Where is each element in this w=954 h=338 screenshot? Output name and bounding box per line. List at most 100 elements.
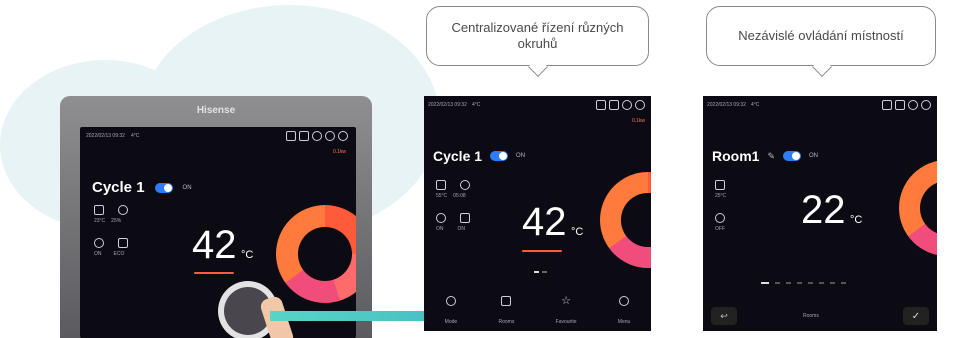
fan-icon	[460, 213, 470, 223]
water-icon	[118, 205, 128, 215]
cycle-temperature-dial[interactable]	[600, 172, 651, 268]
room-mini-value: OFF	[715, 226, 725, 232]
heating-icon	[436, 180, 446, 190]
cycle-title: Cycle 1	[433, 148, 483, 164]
back-icon: ↩	[720, 310, 728, 321]
cycle-status-temp: 4°C	[471, 102, 481, 108]
heating-icon	[94, 205, 104, 215]
thermometer-icon	[715, 180, 725, 190]
cycle-status-date: 2022/02/13 09:32	[428, 102, 467, 108]
device-temperature-unit: °C	[240, 249, 254, 261]
status-circle-icon	[312, 131, 322, 141]
cycle-status-icons	[596, 100, 645, 110]
menu-icon	[619, 296, 630, 306]
cycle-mini-value: ON	[457, 226, 466, 232]
callout-left-text: Centralizované řízení různých okruhů	[451, 20, 624, 51]
device-cycle-title: Cycle 1	[92, 179, 145, 196]
cycle-temperature-unit: °C	[570, 226, 584, 238]
edit-icon[interactable]: ✎	[767, 151, 775, 162]
power-icon	[436, 213, 446, 223]
device-status-date: 2022/02/13 09:32	[86, 133, 125, 139]
star-icon: ☆	[561, 295, 571, 307]
callout-right-tail	[812, 57, 832, 77]
cycle-mini-value: 55°C	[436, 193, 448, 199]
cycle-toggle-label: ON	[516, 153, 526, 159]
nav-mode-label: Mode	[444, 319, 458, 325]
status-circle-icon	[908, 100, 918, 110]
check-icon: ✓	[911, 310, 921, 322]
device-brand: Hisense	[196, 105, 236, 116]
eco-icon	[118, 238, 128, 248]
status-square-icon	[596, 100, 606, 110]
nav-rooms-label: Rooms	[498, 319, 515, 325]
nav-menu[interactable]: Menu	[617, 296, 631, 328]
mode-icon	[445, 296, 456, 306]
nav-menu-label: Menu	[617, 319, 631, 325]
cycle-mini-value: 05:08	[453, 193, 466, 199]
device-set-temp: 23°C	[94, 218, 106, 224]
status-square-icon	[895, 100, 905, 110]
status-circle-icon	[338, 131, 348, 141]
device-toggle-label: ON	[182, 184, 192, 191]
device-temperature-bar	[194, 272, 234, 274]
room-screen[interactable]: 2022/02/13 09:32 4°C Room1 ✎ ON 25°C OFF…	[703, 96, 937, 331]
status-square-icon	[286, 131, 296, 141]
room-footer-label: Rooms	[803, 313, 819, 319]
device-temperature-display: 42 °C	[192, 223, 253, 268]
device-set-humidity: 25%	[111, 218, 122, 224]
device-mode-on: ON	[94, 251, 102, 257]
device-temperature-dial[interactable]	[276, 205, 356, 303]
cycle-nav-bar: Mode Rooms ☆ Favourite Menu	[424, 293, 651, 331]
room-toggle[interactable]	[783, 151, 801, 161]
cycle-temperature: 42	[522, 200, 567, 244]
cycle-toggle[interactable]	[490, 151, 509, 161]
callout-left-tail	[528, 57, 548, 77]
fan-icon	[715, 213, 725, 223]
room-status-date: 2022/02/13 09:32	[707, 102, 746, 108]
room-mini-value: 25°C	[715, 193, 727, 199]
status-circle-icon	[921, 100, 931, 110]
device-screen[interactable]: 2022/02/13 09:32 4°C 0.1kw Cycle 1 ON 23…	[80, 127, 356, 338]
cycle-temperature-display: 42 °C	[522, 200, 583, 245]
status-square-icon	[882, 100, 892, 110]
room-status-temp: 4°C	[750, 102, 760, 108]
room-status-icons	[882, 100, 931, 110]
nav-favourite[interactable]: ☆ Favourite	[556, 296, 577, 328]
device-status-power: 0.1kw	[332, 149, 346, 155]
callout-right: Nezávislé ovládání místností	[706, 6, 936, 77]
status-square-icon	[299, 131, 309, 141]
page: Hisense 2022/02/13 09:32 4°C 0.1kw Cycle…	[0, 0, 954, 338]
room-toggle-label: ON	[809, 153, 818, 159]
status-circle-icon	[325, 131, 335, 141]
status-circle-icon	[635, 100, 645, 110]
room-temperature-dial[interactable]	[899, 160, 937, 256]
device-cycle-toggle[interactable]	[154, 182, 173, 193]
device-temperature: 42	[192, 223, 237, 267]
room-temperature: 22	[801, 188, 846, 232]
callout-right-text: Nezávislé ovládání místností	[738, 28, 904, 43]
room-temperature-unit: °C	[849, 214, 863, 226]
cycle-screen[interactable]: 2022/02/13 09:32 4°C 0.1kw Cycle 1 ON 55…	[424, 96, 651, 331]
back-button[interactable]: ↩	[711, 307, 737, 325]
room-title: Room1	[712, 148, 760, 164]
device-status-temp: 4°C	[130, 133, 140, 139]
nav-favourite-label: Favourite	[555, 319, 577, 325]
device-frame: Hisense 2022/02/13 09:32 4°C 0.1kw Cycle…	[60, 96, 372, 338]
status-square-icon	[609, 100, 619, 110]
status-circle-icon	[622, 100, 632, 110]
cycle-temperature-bar	[522, 250, 562, 252]
device-mode-eco: ECO	[113, 251, 125, 257]
callout-left: Centralizované řízení různých okruhů	[426, 6, 649, 77]
power-icon	[94, 238, 104, 248]
cycle-page-dots	[534, 271, 547, 273]
nav-rooms[interactable]: Rooms	[498, 296, 514, 328]
timer-icon	[460, 180, 470, 190]
home-icon	[501, 296, 512, 306]
device-status-icons	[286, 131, 348, 141]
cycle-mini-value: ON	[436, 226, 444, 232]
room-page-dots	[761, 282, 846, 284]
confirm-button[interactable]: ✓	[903, 307, 929, 325]
nav-mode[interactable]: Mode	[444, 296, 458, 328]
cycle-status-power: 0.1kw	[631, 118, 645, 124]
room-temperature-display: 22 °C	[801, 188, 862, 233]
